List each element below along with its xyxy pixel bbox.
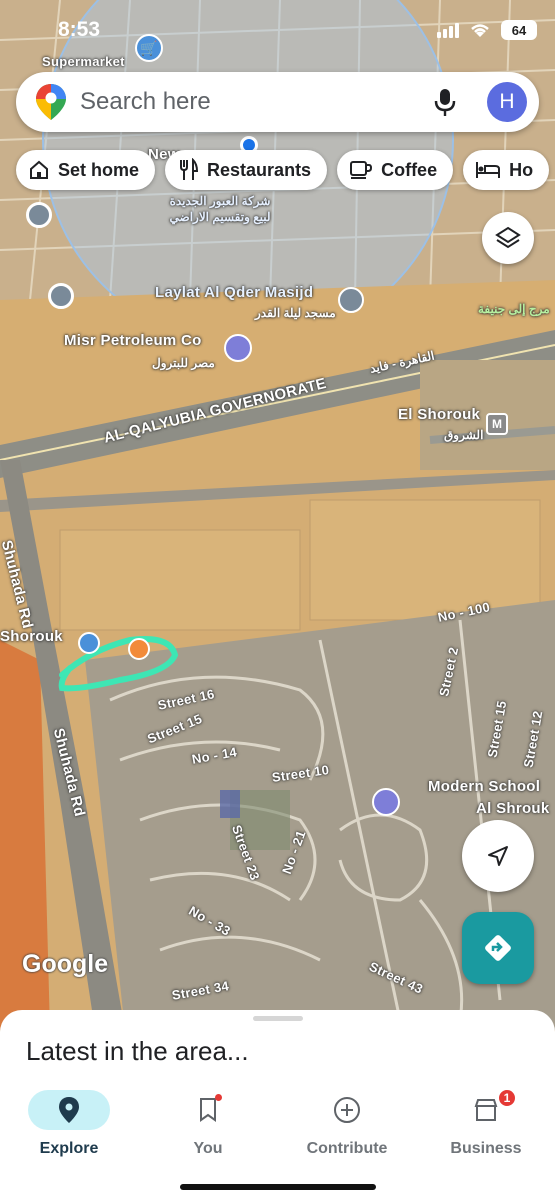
- home-indicator: [180, 1184, 376, 1190]
- restaurant-pin-icon[interactable]: [128, 638, 150, 660]
- avatar[interactable]: H: [487, 82, 527, 122]
- bookmark-icon: [200, 1098, 216, 1122]
- search-input[interactable]: Search here: [80, 88, 433, 116]
- map-label-el-shorouk: El Shorouk: [398, 406, 481, 423]
- place-pin-icon[interactable]: [26, 202, 52, 228]
- chip-coffee[interactable]: Coffee: [337, 150, 454, 190]
- chip-hotels[interactable]: Ho: [463, 150, 550, 190]
- status-time: 8:53: [58, 18, 101, 41]
- map-label-junction-ar: مرج إلى جنيفة: [478, 302, 550, 316]
- map-label-shorouk-left: Shorouk: [0, 628, 63, 645]
- store-icon: [474, 1099, 498, 1121]
- map-label-el-shorouk-ar: الشروق: [444, 428, 484, 442]
- my-location-button[interactable]: [462, 820, 534, 892]
- map-label-misr-petroleum-ar: مصر للبترول: [152, 356, 215, 370]
- map-label-obour-ar: شركة العبور الجديدة لبيع وتقسيم الاراضي: [169, 194, 271, 224]
- map-label-al-shrouk: Al Shrouk: [476, 800, 550, 817]
- map-label-modern-school: Modern School: [428, 778, 541, 795]
- sheet-title: Latest in the area...: [26, 1036, 249, 1066]
- home-icon: [30, 160, 48, 179]
- nav-label: Explore: [39, 1140, 99, 1157]
- coffee-icon: [350, 161, 373, 179]
- gas-station-pin-icon[interactable]: [224, 334, 252, 362]
- chip-label: Restaurants: [207, 159, 312, 180]
- category-chips: Set home Restaurants Coffee Ho: [16, 150, 550, 190]
- mosque-pin-icon[interactable]: [338, 287, 364, 313]
- chip-restaurants[interactable]: Restaurants: [165, 150, 328, 190]
- cellular-signal-icon: [437, 22, 459, 38]
- layers-button[interactable]: [482, 212, 534, 264]
- google-maps-logo-icon: [36, 84, 66, 120]
- metro-pin-icon[interactable]: M: [486, 413, 508, 435]
- chip-set-home[interactable]: Set home: [16, 150, 156, 190]
- gas-station-pin-icon[interactable]: [372, 788, 400, 816]
- bottom-sheet[interactable]: Latest in the area... Explore You Contri…: [0, 1010, 555, 1200]
- nav-label: Business: [450, 1140, 522, 1157]
- nav-you[interactable]: You: [148, 1090, 268, 1158]
- notification-dot: [215, 1094, 222, 1101]
- place-pin-icon[interactable]: [78, 632, 100, 654]
- nav-pill: [167, 1090, 249, 1130]
- nav-pill: [306, 1090, 388, 1130]
- microphone-icon[interactable]: [433, 87, 457, 117]
- navigation-arrow-icon: [488, 846, 508, 866]
- chip-label: Ho: [509, 159, 534, 180]
- fork-knife-icon: [180, 158, 199, 180]
- directions-button[interactable]: [462, 912, 534, 984]
- location-pin-icon: [59, 1097, 79, 1123]
- nav-pill: [28, 1090, 110, 1130]
- bed-icon: [476, 162, 501, 178]
- directions-icon: [485, 935, 511, 961]
- nav-explore[interactable]: Explore: [9, 1090, 129, 1158]
- notification-count-badge: 1: [497, 1088, 517, 1108]
- nav-contribute[interactable]: Contribute: [287, 1090, 407, 1158]
- place-pin-icon[interactable]: [48, 283, 74, 309]
- sheet-drag-handle[interactable]: [253, 1016, 303, 1021]
- nav-label: You: [193, 1140, 223, 1157]
- add-circle-icon: [334, 1097, 360, 1123]
- layers-icon: [495, 226, 521, 249]
- chip-label: Set home: [58, 159, 140, 180]
- nav-label: Contribute: [306, 1140, 388, 1157]
- map-label-supermarket: Supermarket: [42, 54, 125, 69]
- nav-business[interactable]: 1 Business: [426, 1088, 546, 1158]
- battery-icon: 64: [501, 20, 537, 40]
- google-logo: Google: [22, 950, 109, 978]
- status-bar: 8:53 64: [0, 14, 555, 50]
- wifi-icon: [471, 24, 489, 37]
- bottom-navigation: Explore You Contribute 1 Business: [0, 1088, 555, 1170]
- map-label-laylat: Laylat Al Qder Masijd: [155, 284, 314, 301]
- search-bar[interactable]: Search here H: [16, 72, 539, 132]
- map-label-misr-petroleum: Misr Petroleum Co: [64, 332, 202, 349]
- nav-pill: 1: [445, 1088, 527, 1130]
- status-icons: 64: [437, 20, 537, 40]
- chip-label: Coffee: [381, 159, 438, 180]
- map-label-laylat-ar: مسجد ليلة القدر: [255, 306, 336, 320]
